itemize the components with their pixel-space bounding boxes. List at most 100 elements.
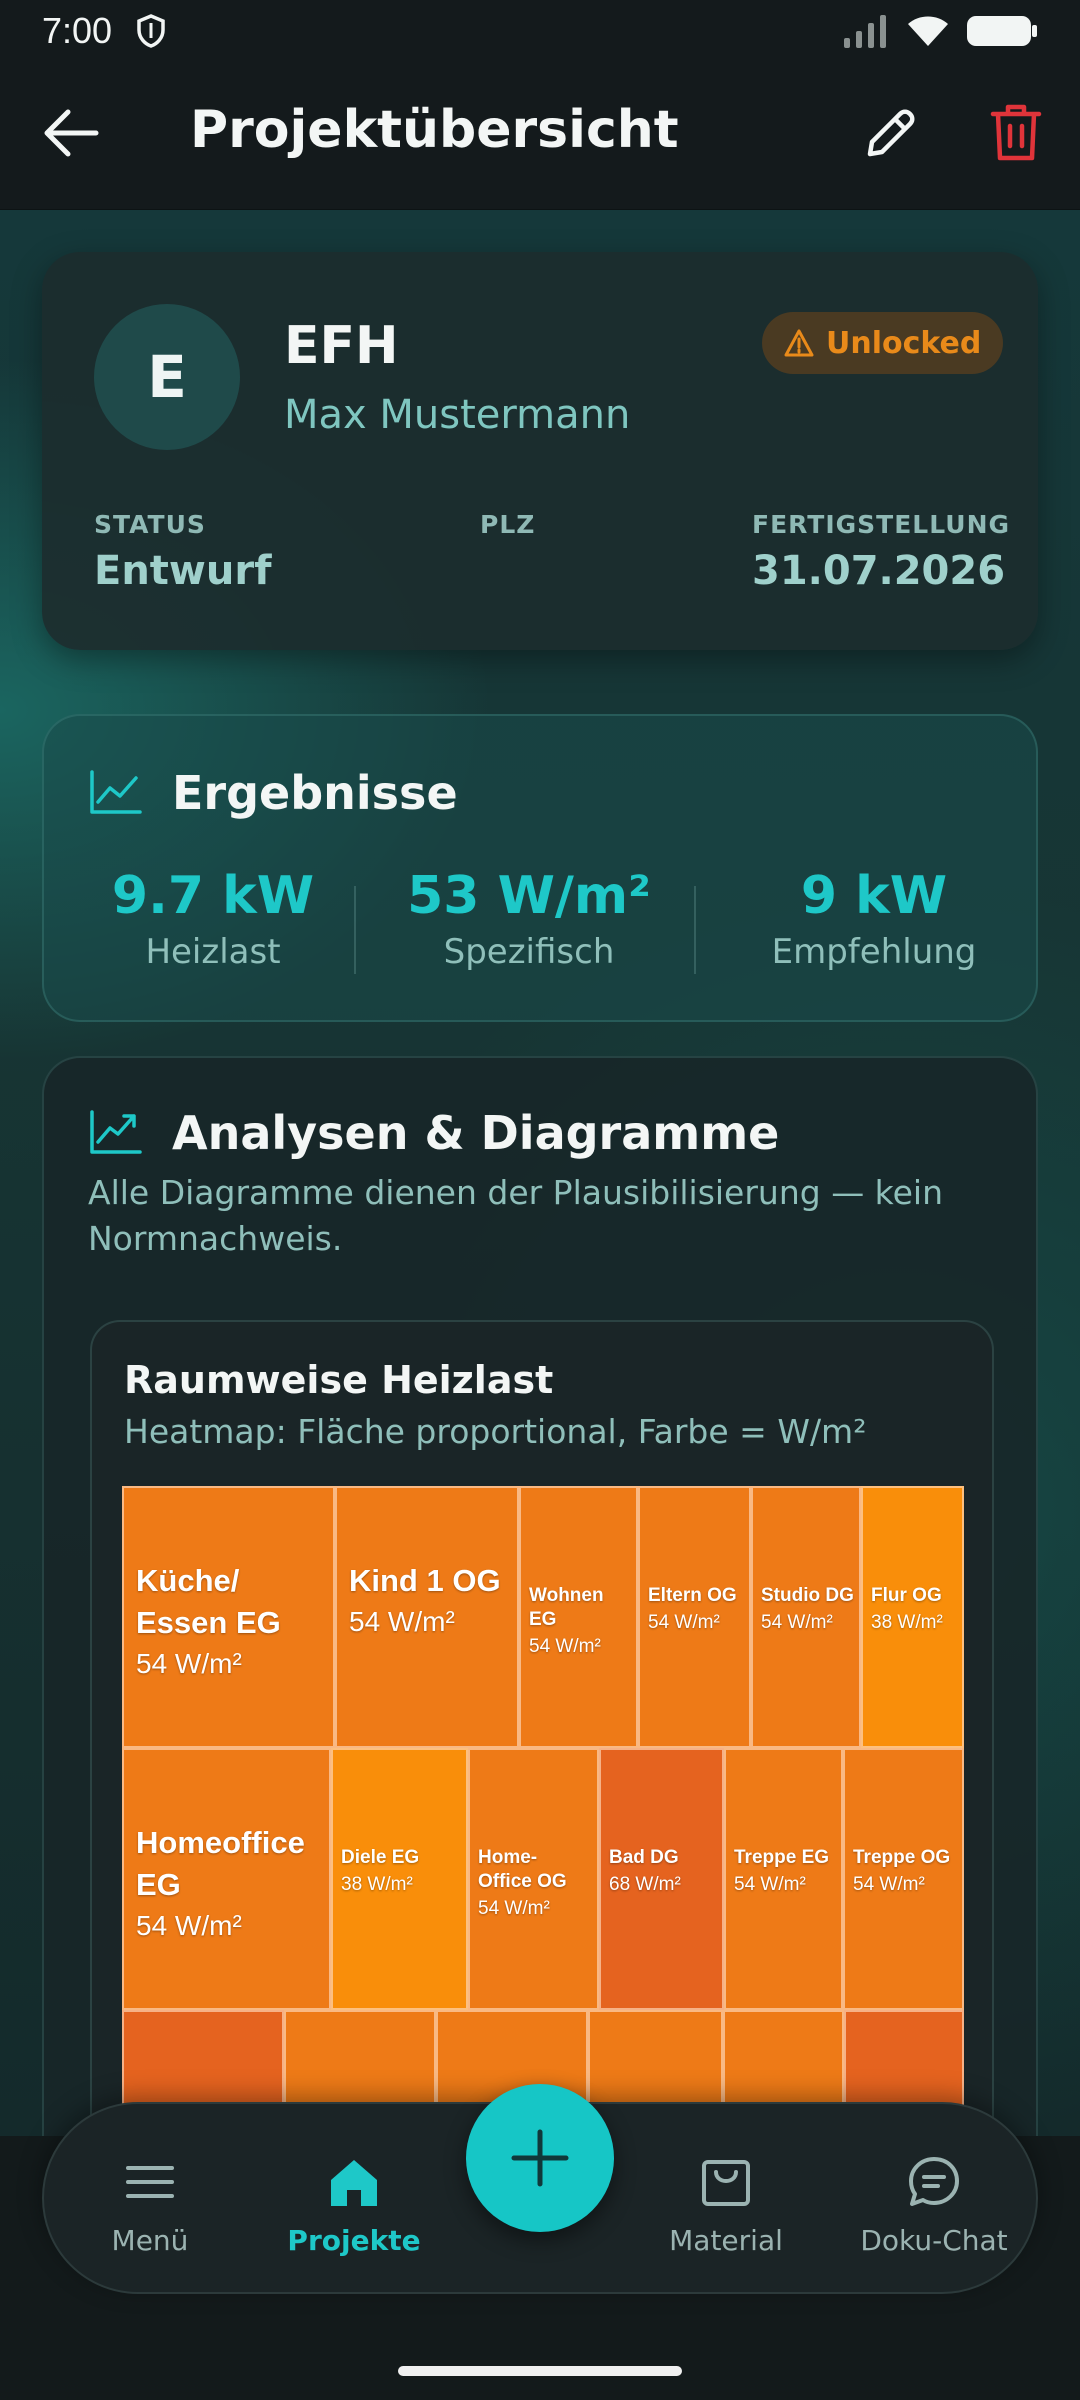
bag-icon bbox=[702, 2160, 750, 2206]
shield-icon bbox=[137, 14, 165, 48]
nav-item-doku-chat[interactable]: Doku-Chat bbox=[844, 2154, 1024, 2257]
signal-icon bbox=[844, 15, 886, 48]
heatmap-tile[interactable]: Treppe EG 54 W/m² bbox=[724, 1748, 843, 2010]
tile-name: Küche/ Essen EG bbox=[136, 1563, 281, 1640]
nav-label: Projekte bbox=[287, 2224, 421, 2257]
tile-name bbox=[725, 2012, 842, 2108]
room-heatmap: Küche/ Essen EG 54 W/m² Kind 1 OG 54 W/m² Wo… bbox=[122, 1486, 964, 2136]
project-client: Max Mustermann bbox=[284, 392, 631, 438]
heatmap-tile[interactable]: Flur OG 38 W/m² bbox=[861, 1486, 964, 1748]
tile-value: 54 W/m² bbox=[349, 1606, 455, 1637]
kpi-value: 9.7 kW bbox=[111, 866, 315, 926]
kpi-spezifisch: 53 W/m² Spezifisch bbox=[379, 866, 679, 972]
kpi-divider bbox=[354, 886, 356, 974]
kpi-value: 9 kW bbox=[800, 866, 948, 926]
chart-title: Raumweise Heizlast bbox=[124, 1358, 554, 1402]
add-fab-button[interactable] bbox=[466, 2084, 614, 2232]
tile-name: Treppe OG bbox=[853, 1847, 951, 1868]
page-title: Projektübersicht bbox=[190, 100, 679, 160]
project-card[interactable]: E EFH Max Mustermann Unlocked STATUS Ent… bbox=[42, 252, 1038, 650]
tile-value: 54 W/m² bbox=[761, 1612, 833, 1633]
kpi-label: Heizlast bbox=[145, 932, 281, 972]
kpi-heizlast: 9.7 kW Heizlast bbox=[78, 866, 348, 972]
wifi-icon bbox=[908, 16, 948, 46]
nav-item-material[interactable]: Material bbox=[636, 2154, 816, 2257]
back-arrow-icon[interactable] bbox=[42, 108, 100, 158]
tile-name: Treppe EG bbox=[734, 1847, 830, 1868]
heatmap-tile[interactable]: Treppe OG 54 W/m² bbox=[843, 1748, 964, 2010]
tile-value: 54 W/m² bbox=[648, 1612, 720, 1633]
kpi-label: Empfehlung bbox=[771, 932, 977, 972]
tile-value: 68 W/m² bbox=[609, 1874, 681, 1895]
kpi-divider bbox=[694, 886, 696, 974]
meta-value-completion: 31.07.2026 bbox=[752, 548, 1006, 594]
nav-label: Material bbox=[669, 2224, 783, 2257]
badge-label: Unlocked bbox=[826, 325, 982, 361]
heatmap-tile[interactable]: Studio DG 54 W/m² bbox=[751, 1486, 861, 1748]
nav-label: Doku-Chat bbox=[860, 2224, 1008, 2257]
analysis-subtitle: Alle Diagramme dienen der Plausibilisier… bbox=[88, 1173, 944, 1258]
heatmap-tile[interactable]: Diele EG 38 W/m² bbox=[331, 1748, 468, 2010]
app-bar: Projektübersicht bbox=[0, 62, 1080, 210]
tile-name: Flur OG bbox=[871, 1585, 942, 1606]
chart-subtitle: Heatmap: Fläche proportional, Farbe = W/… bbox=[124, 1412, 867, 1451]
tile-name: Wohnen EG bbox=[529, 1585, 604, 1630]
kpi-value: 53 W/m² bbox=[407, 866, 651, 926]
tile-name: Diele EG bbox=[341, 1847, 420, 1868]
plus-icon bbox=[511, 2129, 569, 2187]
tile-value: 38 W/m² bbox=[871, 1612, 943, 1633]
project-name: EFH bbox=[284, 316, 399, 376]
kpi-label: Spezifisch bbox=[443, 932, 615, 972]
home-indicator[interactable] bbox=[398, 2366, 682, 2376]
tile-value: 38 W/m² bbox=[341, 1874, 413, 1895]
trend-chart-icon bbox=[90, 1110, 142, 1154]
meta-label-completion: FERTIGSTELLUNG bbox=[752, 510, 1011, 539]
tile-name: Bad DG bbox=[609, 1847, 679, 1868]
heatmap-tile[interactable]: Wohnen EG 54 W/m² bbox=[519, 1486, 638, 1748]
heatmap-tile[interactable]: Kind 1 OG 54 W/m² bbox=[335, 1486, 519, 1748]
heatmap-tile[interactable]: Küche/ Essen EG 54 W/m² bbox=[122, 1486, 335, 1748]
tile-value: 54 W/m² bbox=[529, 1636, 601, 1657]
tile-value: 54 W/m² bbox=[136, 1648, 242, 1679]
status-badge: Unlocked bbox=[762, 312, 1004, 374]
meta-label-plz: PLZ bbox=[480, 510, 536, 539]
nav-item-projects[interactable]: Projekte bbox=[264, 2154, 444, 2257]
tile-name: Kind 1 OG bbox=[349, 1563, 501, 1598]
home-icon bbox=[331, 2160, 377, 2206]
tile-value: 54 W/m² bbox=[853, 1874, 925, 1895]
analysis-title: Analysen & Diagramme bbox=[172, 1106, 780, 1160]
warning-icon bbox=[784, 329, 814, 357]
heatmap-tile[interactable]: Homeoffice EG 54 W/m² bbox=[122, 1748, 331, 2010]
analysis-card: Analysen & Diagramme Alle Diagramme dien… bbox=[42, 1056, 1038, 2136]
status-time: 7:00 bbox=[42, 10, 113, 51]
tile-name bbox=[124, 2012, 282, 2108]
results-title: Ergebnisse bbox=[172, 766, 458, 820]
tile-name: Homeoffice EG bbox=[136, 1825, 305, 1902]
heatmap-tile[interactable]: Bad DG 68 W/m² bbox=[599, 1748, 724, 2010]
delete-trash-icon[interactable] bbox=[990, 102, 1042, 162]
meta-label-status: STATUS bbox=[94, 510, 206, 539]
content-area[interactable]: E EFH Max Mustermann Unlocked STATUS Ent… bbox=[0, 210, 1080, 2136]
tile-name: Eltern OG bbox=[648, 1585, 737, 1606]
tile-value: 54 W/m² bbox=[734, 1874, 806, 1895]
status-bar: 7:00 bbox=[0, 0, 1080, 62]
nav-label: Menü bbox=[111, 2224, 189, 2257]
chat-icon bbox=[909, 2157, 959, 2206]
meta-value-status: Entwurf bbox=[94, 548, 272, 594]
kpi-empfehlung: 9 kW Empfehlung bbox=[724, 866, 1024, 972]
edit-pencil-icon[interactable] bbox=[862, 104, 920, 162]
tile-name: Studio DG bbox=[761, 1585, 854, 1606]
tile-name bbox=[590, 2012, 721, 2108]
line-chart-icon bbox=[90, 770, 142, 814]
tile-name: Home- Office OG bbox=[478, 1847, 567, 1892]
tile-value: 54 W/m² bbox=[478, 1898, 550, 1919]
tile-name bbox=[846, 2012, 962, 2108]
heatmap-tile[interactable]: Eltern OG 54 W/m² bbox=[638, 1486, 751, 1748]
nav-item-menu[interactable]: Menü bbox=[60, 2154, 240, 2257]
menu-icon bbox=[126, 2166, 174, 2198]
tile-value: 54 W/m² bbox=[136, 1910, 242, 1941]
battery-icon bbox=[967, 16, 1037, 46]
results-card: Ergebnisse 9.7 kW Heizlast 53 W/m² Spezi… bbox=[42, 714, 1038, 1022]
heatmap-tile[interactable]: Home- Office OG 54 W/m² bbox=[468, 1748, 599, 2010]
heatmap-chart-card: Raumweise Heizlast Heatmap: Fläche propo… bbox=[90, 1320, 994, 2136]
